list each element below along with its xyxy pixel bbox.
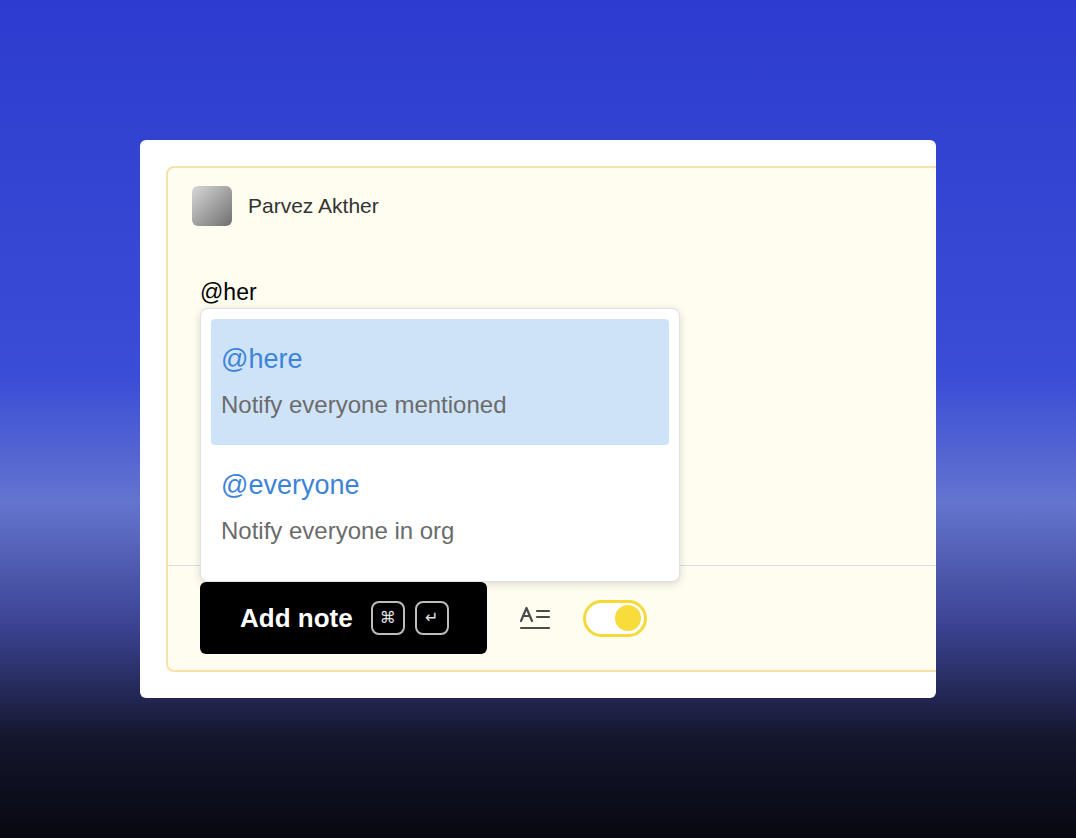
- toggle-knob: [615, 605, 641, 631]
- mention-description: Notify everyone in org: [221, 513, 659, 549]
- note-editor: Parvez Akther@herAdd note⌘↵@hereNotify e…: [166, 166, 936, 672]
- mention-label: @everyone: [221, 467, 659, 503]
- mention-option[interactable]: @everyone Notify everyone in org: [211, 445, 669, 571]
- text-format-icon[interactable]: [519, 605, 551, 631]
- avatar: [192, 186, 232, 226]
- note-card: Parvez Akther@herAdd note⌘↵@hereNotify e…: [140, 140, 936, 698]
- shortcut-key: ⌘: [371, 601, 405, 635]
- author-name: Parvez Akther: [248, 190, 379, 222]
- mention-description: Notify everyone mentioned: [221, 387, 659, 423]
- note-header: Parvez Akther: [168, 168, 936, 226]
- desktop: Parvez Akther@herAdd note⌘↵@hereNotify e…: [0, 0, 1076, 838]
- mention-menu: @here Notify everyone mentioned @everyone N…: [200, 308, 680, 582]
- add-note-button[interactable]: Add note⌘↵: [200, 582, 487, 654]
- shortcut-key: ↵: [415, 601, 449, 635]
- mention-option[interactable]: @here Notify everyone mentioned: [211, 319, 669, 445]
- note-input[interactable]: @her: [168, 278, 936, 306]
- mention-label: @here: [221, 341, 659, 377]
- toggle-switch[interactable]: [583, 600, 647, 637]
